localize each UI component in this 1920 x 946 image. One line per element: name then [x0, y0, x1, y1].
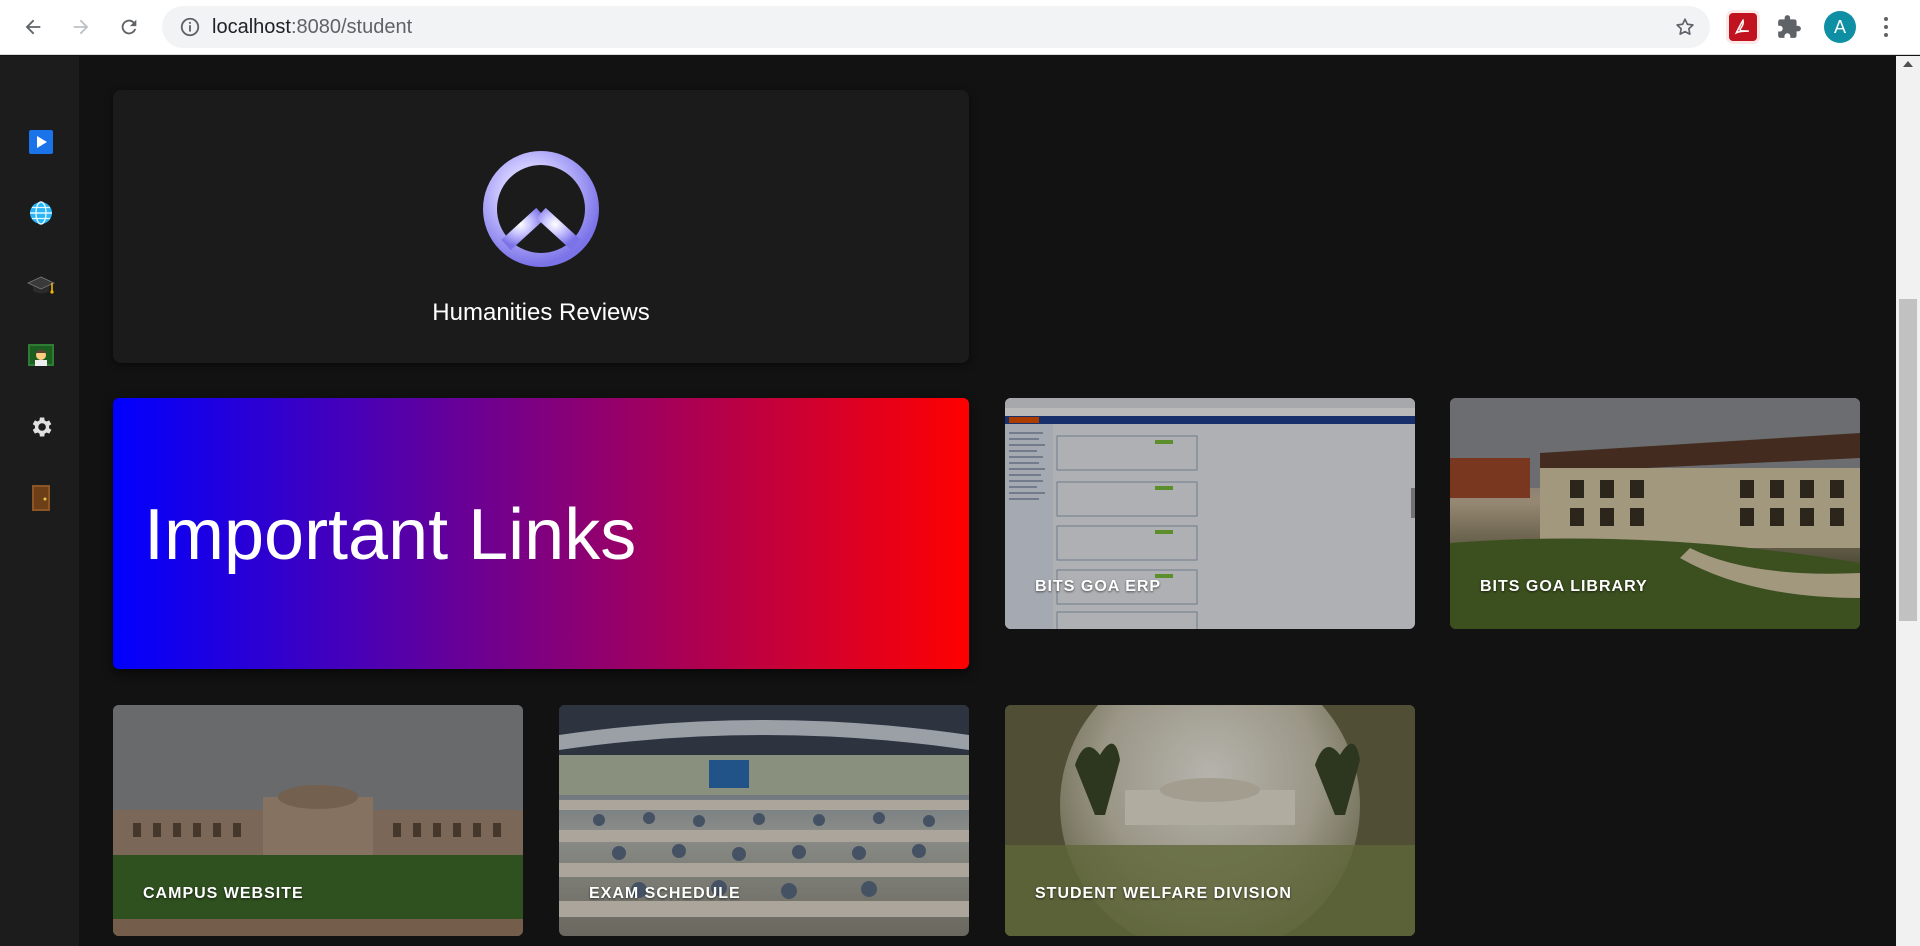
arrow-left-icon — [25, 19, 41, 35]
url-path: :8080/student — [290, 16, 413, 38]
address-bar[interactable]: localhost:8080/student — [162, 6, 1710, 48]
extensions-puzzle-icon[interactable] — [1776, 14, 1802, 40]
url-host: localhost — [212, 16, 291, 38]
link-label-swd: STUDENT WELFARE DIVISION — [1035, 885, 1292, 902]
door-icon — [32, 485, 50, 511]
link-tile-campus[interactable]: CAMPUS WEBSITE — [113, 705, 523, 936]
peace-icon — [483, 151, 599, 267]
pdf-extension-icon[interactable] — [1729, 13, 1757, 41]
sidebar — [0, 56, 79, 946]
browser-toolbar: localhost:8080/student A — [0, 0, 1920, 55]
sidebar-item-academics[interactable] — [26, 270, 56, 300]
sidebar-item-play[interactable] — [26, 127, 56, 157]
forward-button[interactable] — [64, 10, 98, 44]
acrobat-icon — [1734, 18, 1749, 35]
graduation-cap-icon — [27, 276, 55, 294]
avatar-letter: A — [1833, 16, 1846, 37]
play-icon — [29, 130, 53, 154]
reload-button[interactable] — [112, 10, 146, 44]
important-links-heading: Important Links — [144, 495, 637, 575]
url-text: localhost:8080/student — [212, 16, 412, 39]
humanities-title: Humanities Reviews — [432, 299, 650, 326]
sidebar-item-logout[interactable] — [26, 483, 56, 513]
humanities-reviews-card[interactable]: Humanities Reviews — [113, 90, 969, 363]
gear-icon — [32, 417, 52, 437]
link-tile-library[interactable]: BITS GOA LIBRARY — [1450, 398, 1860, 629]
browser-menu-button[interactable] — [1878, 13, 1894, 41]
sidebar-item-globe[interactable] — [26, 198, 56, 228]
sidebar-item-teacher[interactable] — [26, 341, 56, 371]
page-scrollbar[interactable] — [1896, 56, 1920, 946]
scrollbar-thumb[interactable] — [1899, 299, 1917, 621]
bookmark-star-icon[interactable] — [1674, 16, 1696, 38]
arrow-right-icon — [73, 19, 89, 35]
link-label-campus: CAMPUS WEBSITE — [143, 885, 304, 902]
student-page: Humanities Reviews Important Links BITS … — [0, 56, 1920, 946]
link-tile-erp[interactable]: BITS GOA ERP — [1005, 398, 1415, 629]
globe-icon — [30, 201, 52, 225]
link-label-library: BITS GOA LIBRARY — [1480, 578, 1648, 595]
profile-avatar[interactable]: A — [1824, 11, 1856, 43]
back-button[interactable] — [16, 10, 50, 44]
sidebar-item-settings[interactable] — [26, 412, 56, 442]
scroll-up-icon[interactable] — [1903, 61, 1913, 67]
reload-icon — [121, 19, 137, 35]
info-icon[interactable] — [179, 16, 201, 38]
link-label-erp: BITS GOA ERP — [1035, 578, 1162, 595]
link-label-exam: EXAM SCHEDULE — [589, 885, 741, 902]
teacher-icon — [28, 344, 54, 366]
link-tile-exam[interactable]: EXAM SCHEDULE — [559, 705, 969, 936]
link-tile-swd[interactable]: STUDENT WELFARE DIVISION — [1005, 705, 1415, 936]
important-links-banner: Important Links — [113, 398, 969, 669]
